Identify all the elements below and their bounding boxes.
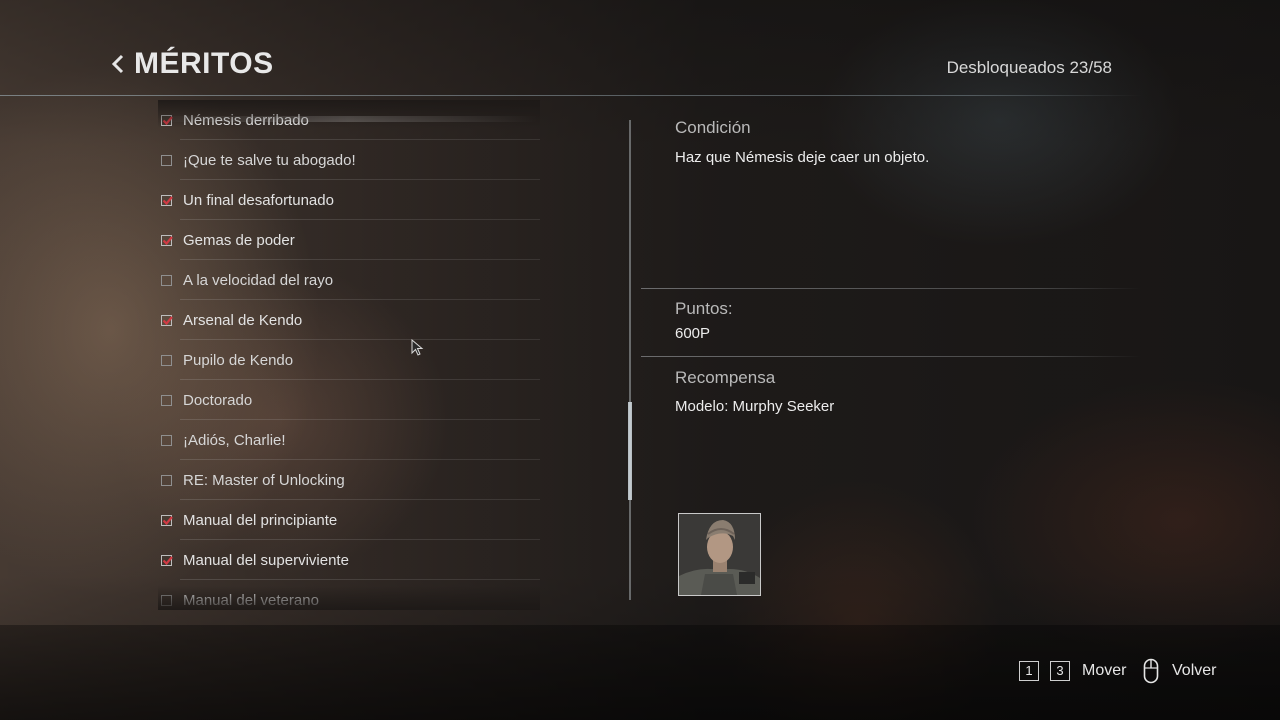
key-1[interactable]: 1 <box>1019 661 1039 681</box>
points-value: 600P <box>675 325 711 342</box>
mouse-icon <box>1143 658 1159 684</box>
checkbox-empty-icon <box>161 154 172 166</box>
points-label: Puntos: <box>675 299 733 318</box>
achievement-label: Manual del veterano <box>183 591 319 609</box>
character-portrait-icon <box>679 514 760 595</box>
achievement-item[interactable]: Pupilo de Kendo <box>158 340 540 380</box>
achievement-label: Un final desafortunado <box>183 191 334 209</box>
condition-text: Haz que Némesis deje caer un objeto. <box>675 149 930 166</box>
condition-label: Condición <box>675 118 751 137</box>
back-button[interactable]: MÉRITOS <box>110 44 274 84</box>
scrollbar-thumb[interactable] <box>628 402 632 500</box>
unlocked-counter: Desbloqueados 23/58 <box>946 58 1112 77</box>
detail-divider <box>641 288 1141 289</box>
detail-divider <box>641 356 1141 357</box>
reward-portrait <box>678 513 761 596</box>
achievement-item[interactable]: Manual del superviviente <box>158 540 540 580</box>
achievement-label: A la velocidad del rayo <box>183 271 334 289</box>
achievement-label: Doctorado <box>183 391 253 409</box>
achievement-item[interactable]: Gemas de poder <box>158 220 540 260</box>
move-hint: Mover <box>1082 662 1127 679</box>
checkbox-checked-icon <box>161 234 173 246</box>
checkbox-empty-icon <box>161 274 172 286</box>
scrollbar-track[interactable] <box>629 120 631 600</box>
checkbox-checked-icon <box>161 514 173 526</box>
achievement-list: Némesis derribado ¡Que te salve tu abogad… <box>158 100 540 608</box>
chevron-left-icon <box>111 54 124 74</box>
checkbox-empty-icon <box>161 434 172 446</box>
back-hint[interactable]: Volver <box>1172 662 1216 680</box>
achievement-label: RE: Master of Unlocking <box>183 471 345 489</box>
mouse-cursor-icon <box>411 339 424 356</box>
checkbox-checked-icon <box>161 314 173 326</box>
reward-label: Recompensa <box>675 368 776 387</box>
reward-value: Modelo: Murphy Seeker <box>675 398 835 415</box>
achievement-item[interactable]: ¡Que te salve tu abogado! <box>158 140 540 180</box>
achievement-label: Pupilo de Kendo <box>183 351 294 369</box>
achievement-label: Manual del superviviente <box>183 551 349 569</box>
achievement-label: Manual del principiante <box>183 511 338 529</box>
achievement-item[interactable]: Manual del principiante <box>158 500 540 540</box>
achievement-label: Arsenal de Kendo <box>183 311 303 329</box>
checkbox-checked-icon <box>161 114 173 126</box>
achievement-item[interactable]: A la velocidad del rayo <box>158 260 540 300</box>
achievement-item[interactable]: Némesis derribado <box>158 100 540 140</box>
checkbox-empty-icon <box>161 354 172 366</box>
checkbox-empty-icon <box>161 594 172 606</box>
achievement-item[interactable]: ¡Adiós, Charlie! <box>158 420 540 460</box>
header-divider <box>0 95 1142 96</box>
achievement-label: Némesis derribado <box>183 111 309 129</box>
key-3[interactable]: 3 <box>1050 661 1070 681</box>
achievement-item[interactable]: Un final desafortunado <box>158 180 540 220</box>
checkbox-empty-icon <box>161 474 172 486</box>
achievement-label: Gemas de poder <box>183 231 295 249</box>
achievement-label: ¡Adiós, Charlie! <box>183 431 286 449</box>
checkbox-checked-icon <box>161 194 173 206</box>
achievement-label: ¡Que te salve tu abogado! <box>183 151 356 169</box>
checkbox-checked-icon <box>161 554 173 566</box>
achievement-item[interactable]: Doctorado <box>158 380 540 420</box>
checkbox-empty-icon <box>161 394 172 406</box>
achievement-item[interactable]: Arsenal de Kendo <box>158 300 540 340</box>
achievement-item[interactable]: Manual del veterano <box>158 580 540 608</box>
page-title: MÉRITOS <box>134 47 274 80</box>
achievement-item[interactable]: RE: Master of Unlocking <box>158 460 540 500</box>
